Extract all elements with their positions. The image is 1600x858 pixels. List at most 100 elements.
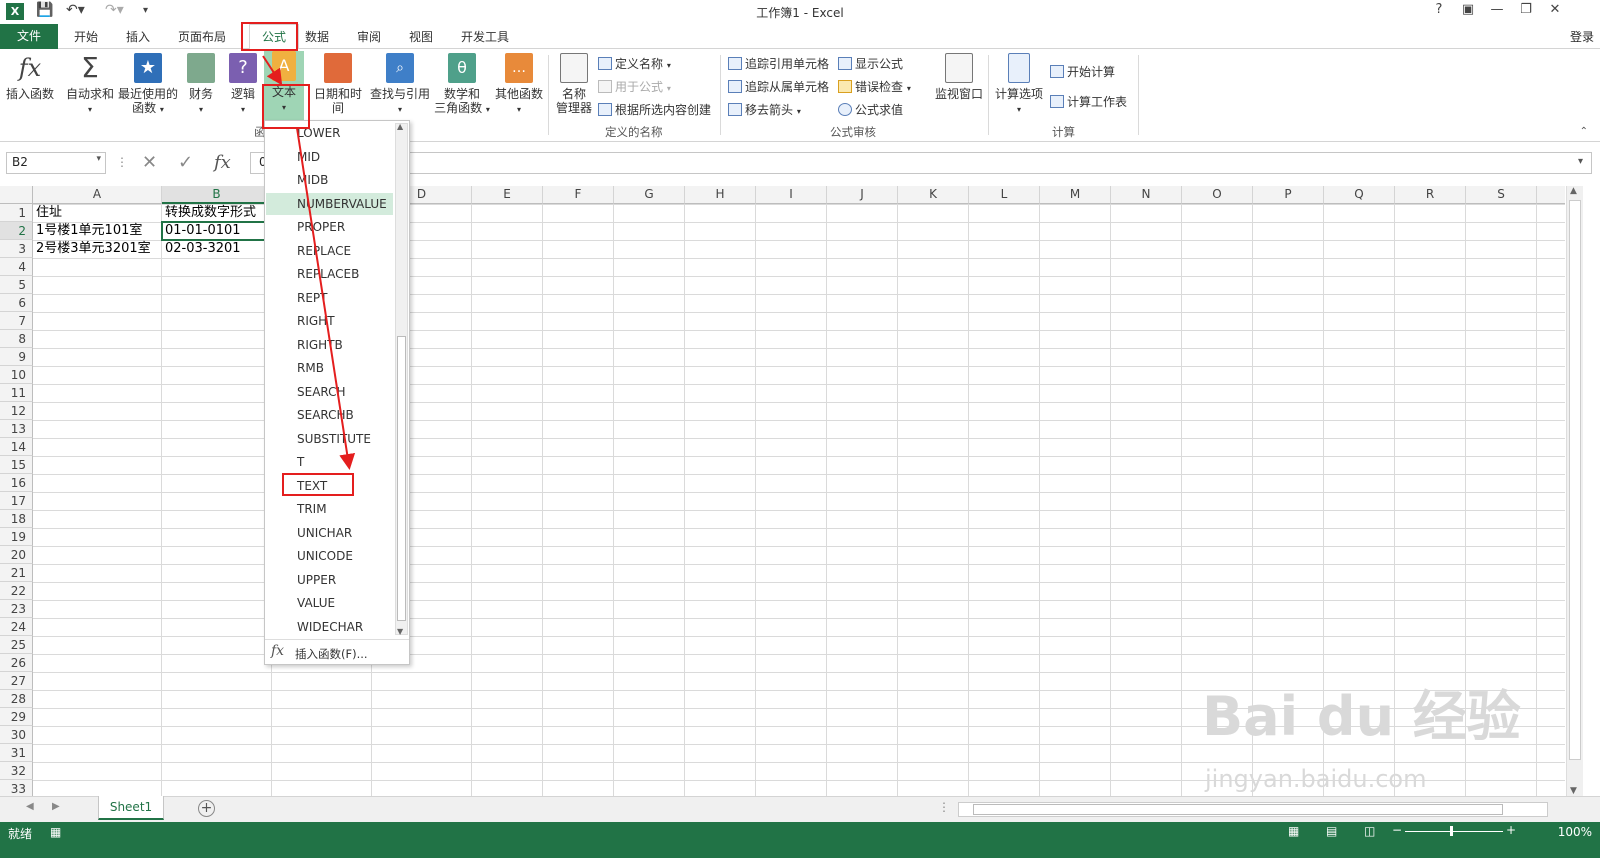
chevron-down-icon[interactable]: ▾ xyxy=(96,154,101,164)
row-header-13[interactable]: 13 xyxy=(0,420,33,438)
math-trig-button[interactable]: θ 数学和 三角函数 ▾ xyxy=(434,53,490,117)
insert-fx-icon[interactable]: fx xyxy=(214,152,231,173)
column-header-e[interactable]: E xyxy=(472,186,543,204)
function-item-value[interactable]: VALUE xyxy=(266,592,393,614)
dropdown-scrollbar[interactable]: ▲ ▼ xyxy=(395,122,408,636)
error-checking-button[interactable]: 错误检查 ▾ xyxy=(838,78,911,95)
column-header-j[interactable]: J xyxy=(827,186,898,204)
logical-button[interactable]: ? 逻辑 ▾ xyxy=(226,53,260,117)
tab-data[interactable]: 数据 xyxy=(305,28,329,45)
minimize-icon[interactable]: — xyxy=(1486,2,1508,17)
row-header-27[interactable]: 27 xyxy=(0,672,33,690)
column-header-i[interactable]: I xyxy=(756,186,827,204)
trace-precedents-button[interactable]: 追踪引用单元格 xyxy=(728,55,829,72)
column-header-a[interactable]: A xyxy=(33,186,162,204)
cell-B1[interactable]: 转换成数字形式 xyxy=(162,204,272,222)
trace-dependents-button[interactable]: 追踪从属单元格 xyxy=(728,78,829,95)
row-header-8[interactable]: 8 xyxy=(0,330,33,348)
row-header-11[interactable]: 11 xyxy=(0,384,33,402)
function-item-mid[interactable]: MID xyxy=(266,146,393,168)
row-header-18[interactable]: 18 xyxy=(0,510,33,528)
function-item-numbervalue[interactable]: NUMBERVALUE xyxy=(266,192,393,215)
create-from-selection-button[interactable]: 根据所选内容创建 xyxy=(598,101,711,118)
function-item-widechar[interactable]: WIDECHAR xyxy=(266,616,393,638)
formula-input[interactable]: 0 xyxy=(250,152,1592,174)
ribbon-display-icon[interactable]: ▣ xyxy=(1457,2,1479,17)
function-item-rmb[interactable]: RMB xyxy=(266,357,393,379)
hscroll-thumb[interactable] xyxy=(973,804,1503,815)
row-header-24[interactable]: 24 xyxy=(0,618,33,636)
row-header-9[interactable]: 9 xyxy=(0,348,33,366)
column-header-g[interactable]: G xyxy=(614,186,685,204)
row-header-5[interactable]: 5 xyxy=(0,276,33,294)
restore-icon[interactable]: ❐ xyxy=(1515,2,1537,17)
tab-insert[interactable]: 插入 xyxy=(126,28,150,45)
column-header-m[interactable]: M xyxy=(1040,186,1111,204)
row-header-31[interactable]: 31 xyxy=(0,744,33,762)
function-item-upper[interactable]: UPPER xyxy=(266,569,393,591)
row-header-21[interactable]: 21 xyxy=(0,564,33,582)
scroll-thumb[interactable] xyxy=(1569,200,1581,760)
row-header-32[interactable]: 32 xyxy=(0,762,33,780)
column-header-k[interactable]: K xyxy=(898,186,969,204)
function-item-proper[interactable]: PROPER xyxy=(266,216,393,238)
row-header-29[interactable]: 29 xyxy=(0,708,33,726)
column-header-n[interactable]: N xyxy=(1111,186,1182,204)
define-name-button[interactable]: 定义名称 ▾ xyxy=(598,55,671,72)
row-header-12[interactable]: 12 xyxy=(0,402,33,420)
column-header-s[interactable]: S xyxy=(1466,186,1537,204)
row-header-16[interactable]: 16 xyxy=(0,474,33,492)
insert-function-button[interactable]: fx 插入函数 xyxy=(4,53,56,101)
normal-view-icon[interactable]: ▦ xyxy=(1288,824,1299,838)
function-item-midb[interactable]: MIDB xyxy=(266,169,393,191)
cell-A3[interactable]: 2号楼3单元3201室 xyxy=(33,240,162,258)
function-item-substitute[interactable]: SUBSTITUTE xyxy=(266,428,393,450)
column-header-b[interactable]: B xyxy=(162,186,272,204)
function-item-unichar[interactable]: UNICHAR xyxy=(266,522,393,544)
function-item-rightb[interactable]: RIGHTB xyxy=(266,334,393,356)
row-header-20[interactable]: 20 xyxy=(0,546,33,564)
tab-page-layout[interactable]: 页面布局 xyxy=(178,28,226,45)
column-header-q[interactable]: Q xyxy=(1324,186,1395,204)
expand-formula-bar-icon[interactable]: ▾ xyxy=(1578,156,1583,167)
next-sheet-icon[interactable]: ▶ xyxy=(52,801,60,812)
function-item-trim[interactable]: TRIM xyxy=(266,498,393,520)
dropdown-scroll-up-icon[interactable]: ▲ xyxy=(397,122,403,131)
tab-split-handle-icon[interactable]: ⋮ xyxy=(938,800,950,814)
calculation-options-button[interactable]: 计算选项 ▾ xyxy=(994,53,1044,117)
zoom-in-icon[interactable]: + xyxy=(1506,823,1516,837)
financial-button[interactable]: 财务 ▾ xyxy=(184,53,218,117)
scroll-down-icon[interactable]: ▼ xyxy=(1570,786,1577,796)
lookup-reference-button[interactable]: ⌕ 查找与引用 ▾ xyxy=(370,53,430,117)
page-layout-view-icon[interactable]: ▤ xyxy=(1326,824,1337,838)
function-item-replaceb[interactable]: REPLACEB xyxy=(266,263,393,285)
cell-A2[interactable]: 1号楼1单元101室 xyxy=(33,222,162,240)
row-header-17[interactable]: 17 xyxy=(0,492,33,510)
zoom-out-icon[interactable]: − xyxy=(1392,823,1402,837)
cancel-icon[interactable]: ✕ xyxy=(142,152,157,173)
column-header-o[interactable]: O xyxy=(1182,186,1253,204)
zoom-slider[interactable] xyxy=(1405,831,1503,832)
vertical-scrollbar[interactable]: ▲ ▼ xyxy=(1566,186,1583,796)
calculate-now-button[interactable]: 开始计算 xyxy=(1050,63,1115,80)
row-header-19[interactable]: 19 xyxy=(0,528,33,546)
row-header-2[interactable]: 2 xyxy=(0,222,33,240)
row-header-10[interactable]: 10 xyxy=(0,366,33,384)
column-header-r[interactable]: R xyxy=(1395,186,1466,204)
tab-review[interactable]: 审阅 xyxy=(357,28,381,45)
close-icon[interactable]: ✕ xyxy=(1544,2,1566,17)
column-header-h[interactable]: H xyxy=(685,186,756,204)
page-break-view-icon[interactable]: ◫ xyxy=(1364,824,1375,838)
row-header-14[interactable]: 14 xyxy=(0,438,33,456)
dropdown-scroll-down-icon[interactable]: ▼ xyxy=(397,627,403,636)
function-item-rept[interactable]: REPT xyxy=(266,287,393,309)
help-icon[interactable]: ? xyxy=(1428,2,1450,17)
evaluate-formula-button[interactable]: 公式求值 xyxy=(838,101,903,118)
insert-function-menu-item[interactable]: fx 插入函数(F)... xyxy=(265,639,409,665)
tab-developer[interactable]: 开发工具 xyxy=(461,28,509,45)
column-header-f[interactable]: F xyxy=(543,186,614,204)
row-header-3[interactable]: 3 xyxy=(0,240,33,258)
zoom-level[interactable]: 100% xyxy=(1558,825,1592,839)
column-header-p[interactable]: P xyxy=(1253,186,1324,204)
tab-home[interactable]: 开始 xyxy=(74,28,98,45)
